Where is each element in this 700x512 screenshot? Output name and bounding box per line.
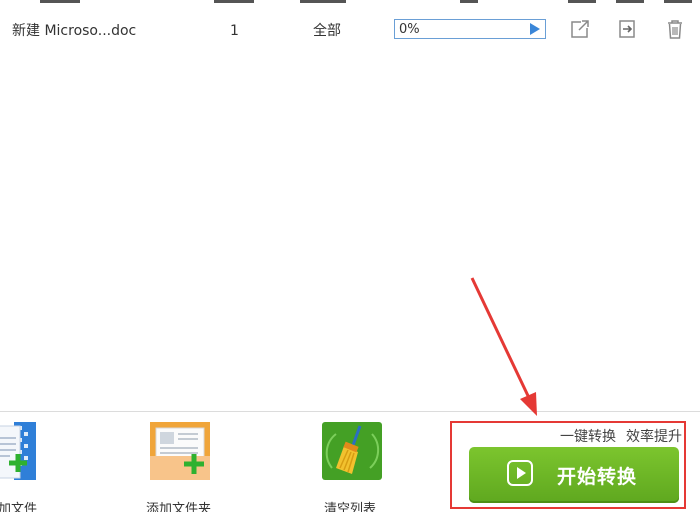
header-stub bbox=[616, 0, 644, 3]
clear-list-label: 清空列表 bbox=[324, 502, 377, 512]
conversion-progress: 0% bbox=[394, 19, 546, 39]
slogan-part-2: 效率提升 bbox=[626, 429, 682, 445]
file-name: 新建 Microso...doc bbox=[12, 23, 137, 39]
open-external-icon[interactable] bbox=[569, 18, 591, 40]
clear-list-button[interactable]: 清空列表 bbox=[316, 420, 396, 512]
header-stub bbox=[460, 0, 478, 3]
header-stub bbox=[300, 0, 346, 3]
header-stub bbox=[214, 0, 254, 3]
converter-window: 新建 Microso...doc 1 全部 0% 加文件 添加文件夹 清空列表 … bbox=[0, 0, 700, 512]
page-count: 1 bbox=[230, 23, 239, 39]
file-row[interactable]: 新建 Microso...doc 1 全部 0% bbox=[0, 12, 700, 50]
start-convert-label: 开始转换 bbox=[557, 466, 638, 488]
broom-icon bbox=[322, 422, 382, 480]
export-icon[interactable] bbox=[616, 18, 638, 40]
column-header bbox=[0, 0, 700, 4]
add-file-label: 加文件 bbox=[0, 502, 38, 512]
trash-icon[interactable] bbox=[664, 18, 686, 40]
add-file-button[interactable]: 加文件 bbox=[0, 420, 60, 512]
add-folder-icon bbox=[150, 422, 210, 480]
progress-percent: 0% bbox=[399, 22, 420, 37]
start-convert-button[interactable]: 开始转换 bbox=[469, 447, 679, 503]
add-file-icon bbox=[0, 422, 36, 480]
bottom-toolbar: 加文件 添加文件夹 清空列表 一键转换 效率提升 开始转换 bbox=[0, 411, 700, 512]
play-icon[interactable] bbox=[530, 23, 540, 35]
header-stub bbox=[40, 0, 80, 3]
play-icon bbox=[507, 460, 533, 486]
slogan: 一键转换 效率提升 bbox=[560, 426, 682, 446]
add-folder-button[interactable]: 添加文件夹 bbox=[140, 420, 220, 512]
slogan-part-1: 一键转换 bbox=[560, 429, 616, 445]
header-stub bbox=[568, 0, 596, 3]
arrow-shaft bbox=[470, 277, 532, 401]
add-folder-label: 添加文件夹 bbox=[146, 502, 212, 512]
page-range[interactable]: 全部 bbox=[313, 22, 341, 40]
header-stub bbox=[664, 0, 692, 3]
